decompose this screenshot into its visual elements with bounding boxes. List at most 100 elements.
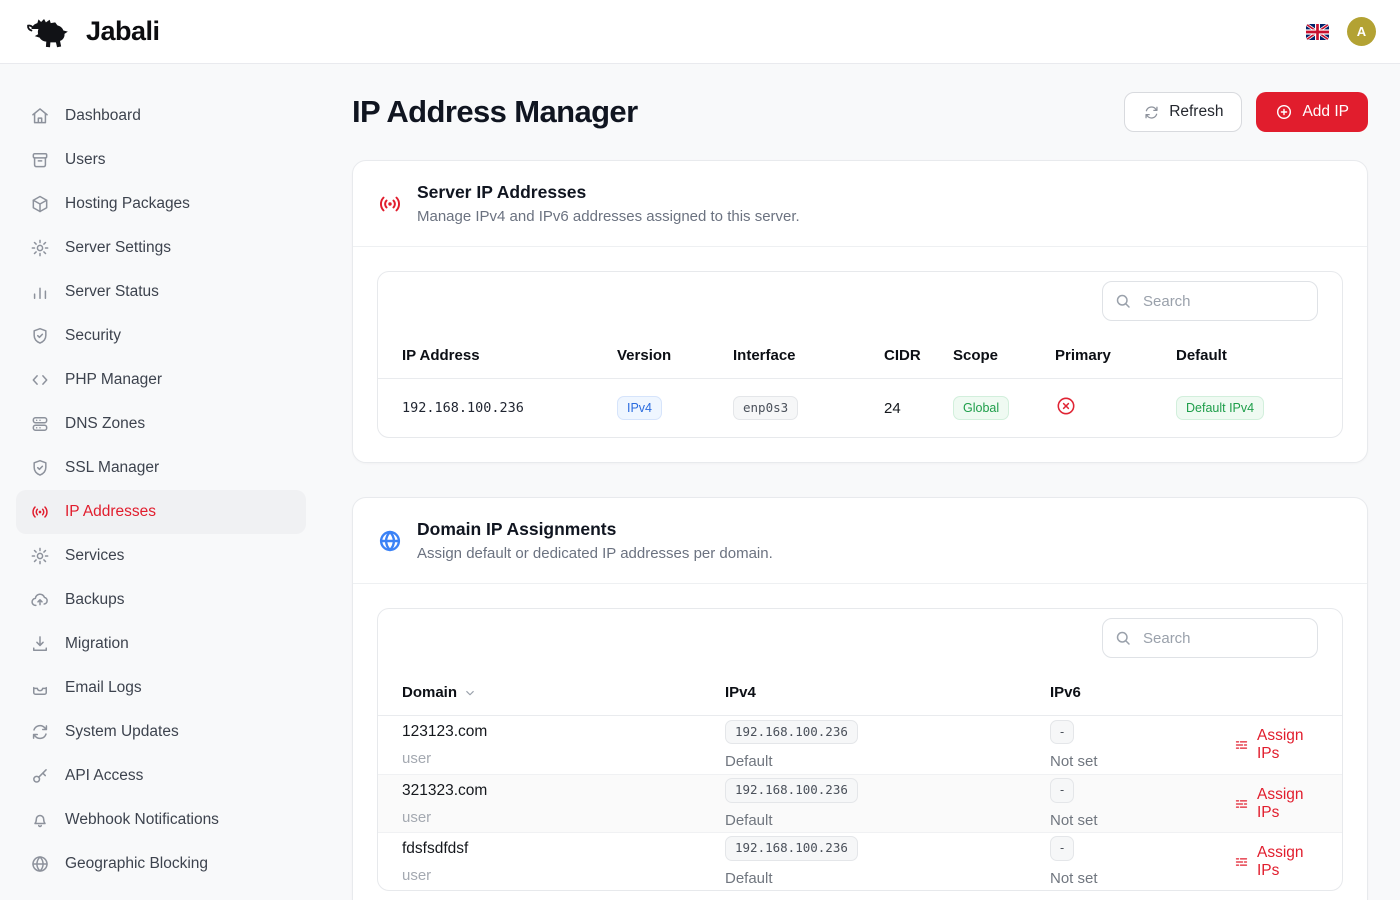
server-stack-icon (30, 414, 50, 434)
boar-logo-icon (24, 14, 76, 50)
sidebar-item-label: Webhook Notifications (65, 811, 219, 829)
user-avatar[interactable]: A (1347, 17, 1376, 46)
sidebar-item-system-updates[interactable]: System Updates (16, 710, 306, 754)
add-ip-button[interactable]: Add IP (1256, 92, 1368, 132)
sidebar-item-label: Backups (65, 591, 124, 609)
brand[interactable]: Jabali (24, 14, 160, 50)
sliders-icon (1234, 736, 1249, 754)
domain-table-row: fdsfsdfdsf user 192.168.100.236 Default … (378, 832, 1342, 890)
ipv4-badge: 192.168.100.236 (725, 836, 858, 861)
card-subtitle: Manage IPv4 and IPv6 addresses assigned … (417, 208, 800, 225)
language-flag-uk-icon[interactable] (1306, 24, 1329, 40)
globe-icon (377, 528, 403, 554)
broadcast-icon (30, 502, 50, 522)
assign-ips-label: Assign IPs (1257, 844, 1318, 880)
sidebar-item-ssl-manager[interactable]: SSL Manager (16, 446, 306, 490)
inbox-icon (30, 678, 50, 698)
sidebar-item-label: Server Settings (65, 239, 171, 257)
domain-name: 123123.com (402, 723, 725, 741)
sidebar-item-api-access[interactable]: API Access (16, 754, 306, 798)
sidebar-item-label: Services (65, 547, 124, 565)
column-header-domain: Domain (402, 684, 457, 701)
not-primary-icon[interactable] (1055, 395, 1077, 417)
ipv4-status: Default (725, 870, 1050, 887)
sidebar-item-label: Security (65, 327, 121, 345)
sidebar-item-label: Dashboard (65, 107, 141, 125)
sliders-icon (1234, 853, 1249, 871)
sidebar-item-dns-zones[interactable]: DNS Zones (16, 402, 306, 446)
server-ip-table-row: 192.168.100.236 IPv4 enp0s3 24 Global De… (378, 379, 1342, 437)
column-header-cidr: CIDR (884, 347, 953, 364)
sidebar-item-backups[interactable]: Backups (16, 578, 306, 622)
bar-chart-icon (30, 282, 50, 302)
card-title: Domain IP Assignments (417, 519, 773, 540)
refresh-button[interactable]: Refresh (1124, 92, 1242, 132)
sidebar-item-webhook-notifications[interactable]: Webhook Notifications (16, 798, 306, 842)
search-icon (1114, 629, 1132, 647)
sidebar-item-email-logs[interactable]: Email Logs (16, 666, 306, 710)
sync-icon (30, 722, 50, 742)
sidebar-item-migration[interactable]: Migration (16, 622, 306, 666)
sidebar-item-label: Server Status (65, 283, 159, 301)
cloud-upload-icon (30, 590, 50, 610)
sidebar-item-dashboard[interactable]: Dashboard (16, 94, 306, 138)
server-ip-table-header: IP Address Version Interface CIDR Scope … (378, 333, 1342, 379)
domain-table-row: 123123.com user 192.168.100.236 Default … (378, 716, 1342, 774)
sidebar-item-security[interactable]: Security (16, 314, 306, 358)
ipv6-badge: - (1050, 778, 1074, 803)
sidebar-item-label: API Access (65, 767, 143, 785)
server-ip-addresses-card: Server IP Addresses Manage IPv4 and IPv6… (352, 160, 1368, 463)
sliders-icon (1234, 795, 1249, 813)
column-header-ipv6: IPv6 (1050, 684, 1234, 701)
sidebar-item-services[interactable]: Services (16, 534, 306, 578)
assign-ips-button[interactable]: Assign IPs (1234, 786, 1318, 822)
interface-badge: enp0s3 (733, 396, 798, 421)
sidebar-item-users[interactable]: Users (16, 138, 306, 182)
ipv4-badge: 192.168.100.236 (725, 778, 858, 803)
gear-icon (30, 238, 50, 258)
sidebar-item-server-status[interactable]: Server Status (16, 270, 306, 314)
ipv6-status: Not set (1050, 753, 1234, 770)
ipv6-badge: - (1050, 836, 1074, 861)
column-header-primary: Primary (1055, 347, 1176, 364)
search-icon (1114, 292, 1132, 310)
package-icon (30, 194, 50, 214)
key-icon (30, 766, 50, 786)
ipv6-status: Not set (1050, 812, 1234, 829)
sidebar-item-php-manager[interactable]: PHP Manager (16, 358, 306, 402)
server-ip-search-input[interactable] (1102, 281, 1318, 321)
plus-circle-icon (1275, 103, 1293, 121)
sidebar-item-label: PHP Manager (65, 371, 162, 389)
column-header-version: Version (617, 347, 733, 364)
column-header-interface: Interface (733, 347, 884, 364)
sidebar-item-hosting-packages[interactable]: Hosting Packages (16, 182, 306, 226)
server-ip-search (1102, 281, 1318, 321)
sidebar-item-label: Hosting Packages (65, 195, 190, 213)
card-subtitle: Assign default or dedicated IP addresses… (417, 545, 773, 562)
shield-check-icon (30, 326, 50, 346)
code-icon (30, 370, 50, 390)
main-content: IP Address Manager Refresh Add IP Server… (322, 64, 1400, 900)
add-ip-button-label: Add IP (1302, 103, 1349, 121)
cidr-value: 24 (884, 400, 953, 417)
domain-owner: user (402, 809, 725, 826)
bell-icon (30, 810, 50, 830)
ipv6-status: Not set (1050, 870, 1234, 887)
assign-ips-label: Assign IPs (1257, 727, 1318, 763)
column-header-domain-sort[interactable]: Domain (402, 684, 725, 701)
assign-ips-button[interactable]: Assign IPs (1234, 727, 1318, 763)
sidebar-item-server-settings[interactable]: Server Settings (16, 226, 306, 270)
sidebar-item-label: Geographic Blocking (65, 855, 208, 873)
domain-owner: user (402, 867, 725, 884)
assign-ips-button[interactable]: Assign IPs (1234, 844, 1318, 880)
download-icon (30, 634, 50, 654)
sidebar-item-label: Users (65, 151, 105, 169)
domain-search-input[interactable] (1102, 618, 1318, 658)
default-badge: Default IPv4 (1176, 396, 1264, 421)
chevron-down-icon (463, 686, 477, 700)
domain-table-row: 321323.com user 192.168.100.236 Default … (378, 774, 1342, 832)
domain-name: 321323.com (402, 782, 725, 800)
sidebar-item-ip-addresses[interactable]: IP Addresses (16, 490, 306, 534)
ipv4-status: Default (725, 812, 1050, 829)
sidebar-item-geographic-blocking[interactable]: Geographic Blocking (16, 842, 306, 886)
